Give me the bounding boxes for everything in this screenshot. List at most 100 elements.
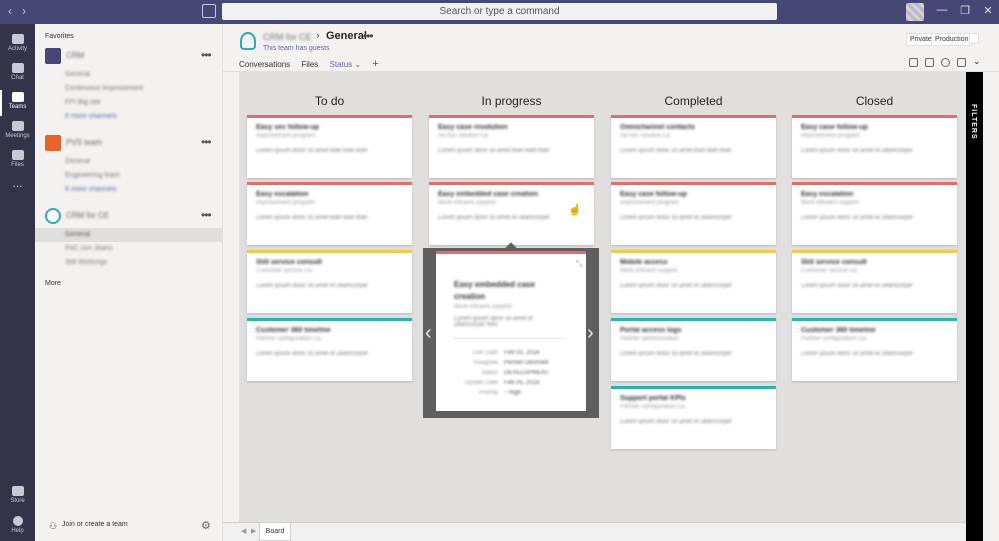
task-card[interactable]: Easy sec follow-up Improvement program Lor… (247, 115, 412, 178)
task-card[interactable]: Still service consult Customer service CE… (792, 250, 957, 313)
more-options-icon[interactable]: ••• (201, 135, 212, 149)
search-input[interactable]: Search or type a command (222, 3, 777, 20)
card-title: Easy case follow-up (620, 191, 687, 198)
team-avatar-icon (240, 32, 256, 50)
avatar[interactable] (906, 3, 924, 21)
more-channels-link[interactable]: 6 more channels (65, 186, 117, 193)
column-header-todo: To do (314, 94, 345, 108)
back-icon[interactable]: ‹ (8, 4, 12, 18)
forward-icon[interactable]: › (22, 4, 26, 18)
more-channels-link[interactable]: 6 more channels (65, 113, 117, 120)
detail-field: Update Date Feb 05, 2018 (464, 380, 540, 386)
rail-store[interactable]: Store (0, 486, 35, 504)
card-subtitle: Work efficient support (801, 200, 859, 206)
task-card[interactable]: Omnichannel contacts Ad hoc solution CE Lo… (611, 115, 776, 178)
rail-meetings[interactable]: Meetings (0, 121, 35, 139)
card-title: Customer 360 timeline (256, 327, 331, 334)
collapse-icon[interactable]: ⤡ (576, 259, 582, 269)
task-card[interactable]: Easy case follow-up Improvement program Lo… (611, 182, 776, 245)
more-options-icon[interactable]: ••• (201, 48, 212, 62)
card-title: Easy case resolution (438, 124, 508, 131)
more-options-icon[interactable]: ••• (201, 208, 212, 222)
breadcrumb-team[interactable]: CRM for CE (263, 32, 312, 42)
channel-item[interactable]: General (65, 71, 90, 78)
task-card[interactable]: Support portal KPIs Partner configuration… (611, 386, 776, 449)
card-detail-popup: ‹ › ⤡ Easy embedded case creation Work e… (423, 242, 599, 418)
guests-note: This team has guests (263, 45, 330, 52)
previous-arrow-icon[interactable]: ‹ (425, 322, 432, 345)
chat-icon[interactable] (909, 58, 918, 67)
gear-icon[interactable]: ⚙ (201, 519, 211, 532)
bell-icon (11, 34, 24, 44)
channel-item[interactable]: PoC con Jeans (65, 245, 112, 252)
rail-more[interactable]: ... (0, 176, 35, 190)
task-card[interactable]: Mobile access Work efficient support Lorem… (611, 250, 776, 313)
tab-files[interactable]: Files (301, 60, 318, 72)
channel-item[interactable]: General (65, 158, 90, 165)
more-icon: ... (12, 176, 23, 190)
task-card[interactable]: Easy case follow-up Improvement program Lo… (792, 115, 957, 178)
card-subtitle: Improvement program (256, 200, 316, 206)
sheet-tab-bar: ◀ ▶ Board (223, 522, 966, 541)
channel-item[interactable]: Still Workings (65, 259, 107, 266)
card-title: Still service consult (256, 259, 322, 266)
tab-conversations[interactable]: Conversations (239, 60, 290, 72)
join-team-icon: ⚇ (49, 521, 58, 531)
channel-item[interactable]: Engineering team (65, 172, 120, 179)
next-arrow-icon[interactable]: › (587, 322, 594, 345)
title-bar: ‹ › Search or type a command — ❐ ✕ (0, 0, 999, 24)
sheet-tab-board[interactable]: Board (259, 523, 291, 541)
team-info-icon[interactable] (969, 33, 979, 44)
add-tab-icon[interactable]: + (372, 58, 378, 73)
close-icon[interactable]: ✕ (980, 4, 996, 17)
card-description: Lorem ipsum dolor sit amet et ullamcorpe… (620, 419, 733, 425)
channel-item-active[interactable]: General (65, 231, 90, 238)
channel-more-icon[interactable]: ••• (363, 29, 374, 43)
task-card[interactable]: Easy escalation Work efficient support Lor… (792, 182, 957, 245)
card-subtitle: Ad hoc solution CE (620, 133, 672, 139)
rail-help[interactable]: Help (0, 516, 35, 534)
expand-icon[interactable] (925, 58, 934, 67)
filters-label[interactable]: FILTERS (970, 104, 977, 140)
task-card[interactable]: Customer 360 timeline Partner configurati… (247, 318, 412, 381)
card-title: Omnichannel contacts (620, 124, 696, 131)
channel-item[interactable]: FPI Big site (65, 99, 101, 106)
compose-icon[interactable] (202, 4, 216, 18)
restore-icon[interactable]: ❐ (957, 4, 973, 17)
tab-more-icon[interactable]: ⌄ (973, 56, 982, 66)
more-section-label[interactable]: More (45, 280, 61, 287)
task-card[interactable]: Easy case resolution Ad hoc solution CE Lo… (429, 115, 594, 178)
card-subtitle: Work efficient support (620, 268, 678, 274)
card-description: Lorem ipsum dolor sit amet blah blah bla… (438, 148, 550, 154)
card-title: Portal access logs (620, 327, 682, 334)
card-description: Lorem ipsum dolor sit amet et ullamcorpe… (620, 283, 733, 289)
card-title: Easy embedded case creation (438, 191, 538, 198)
minimize-icon[interactable]: — (934, 4, 950, 16)
task-card[interactable]: Still service consult Customer service CE… (247, 250, 412, 313)
scroll-left-icon[interactable]: ◀ (241, 527, 246, 535)
team-icon (45, 48, 61, 64)
task-card[interactable]: Portal access logs Partner administration… (611, 318, 776, 381)
open-in-browser-icon[interactable] (957, 58, 966, 67)
join-create-team-link[interactable]: Join or create a team (62, 521, 128, 528)
card-subtitle: Customer service CE (256, 268, 313, 274)
task-card[interactable]: Easy escalation Improvement program Lorem … (247, 182, 412, 245)
scroll-right-icon[interactable]: ▶ (251, 527, 256, 535)
card-description: Lorem ipsum dolor sit amet et ullamcorpe… (801, 215, 914, 221)
refresh-icon[interactable] (941, 58, 950, 67)
teams-panel: Favorites CRM ••• General Continuous Imp… (35, 24, 223, 541)
rail-activity[interactable]: Activity (0, 34, 35, 52)
filters-pane[interactable]: FILTERS (966, 72, 983, 541)
card-title: Mobile access (620, 259, 668, 266)
rail-files[interactable]: Files (0, 150, 35, 168)
rail-teams[interactable]: Teams (0, 92, 35, 110)
active-channel-highlight (35, 228, 223, 242)
card-title: Customer 360 timeline (801, 327, 876, 334)
task-card[interactable]: Customer 360 timeline Partner configurati… (792, 318, 957, 381)
card-title: Easy escalation (256, 191, 309, 198)
file-icon (11, 150, 24, 160)
channel-item[interactable]: Continuous Improvement (65, 85, 143, 92)
card-subtitle: Partner configuration CE (620, 404, 686, 410)
card-title: Support portal KPIs (620, 395, 686, 402)
rail-chat[interactable]: Chat (0, 63, 35, 81)
